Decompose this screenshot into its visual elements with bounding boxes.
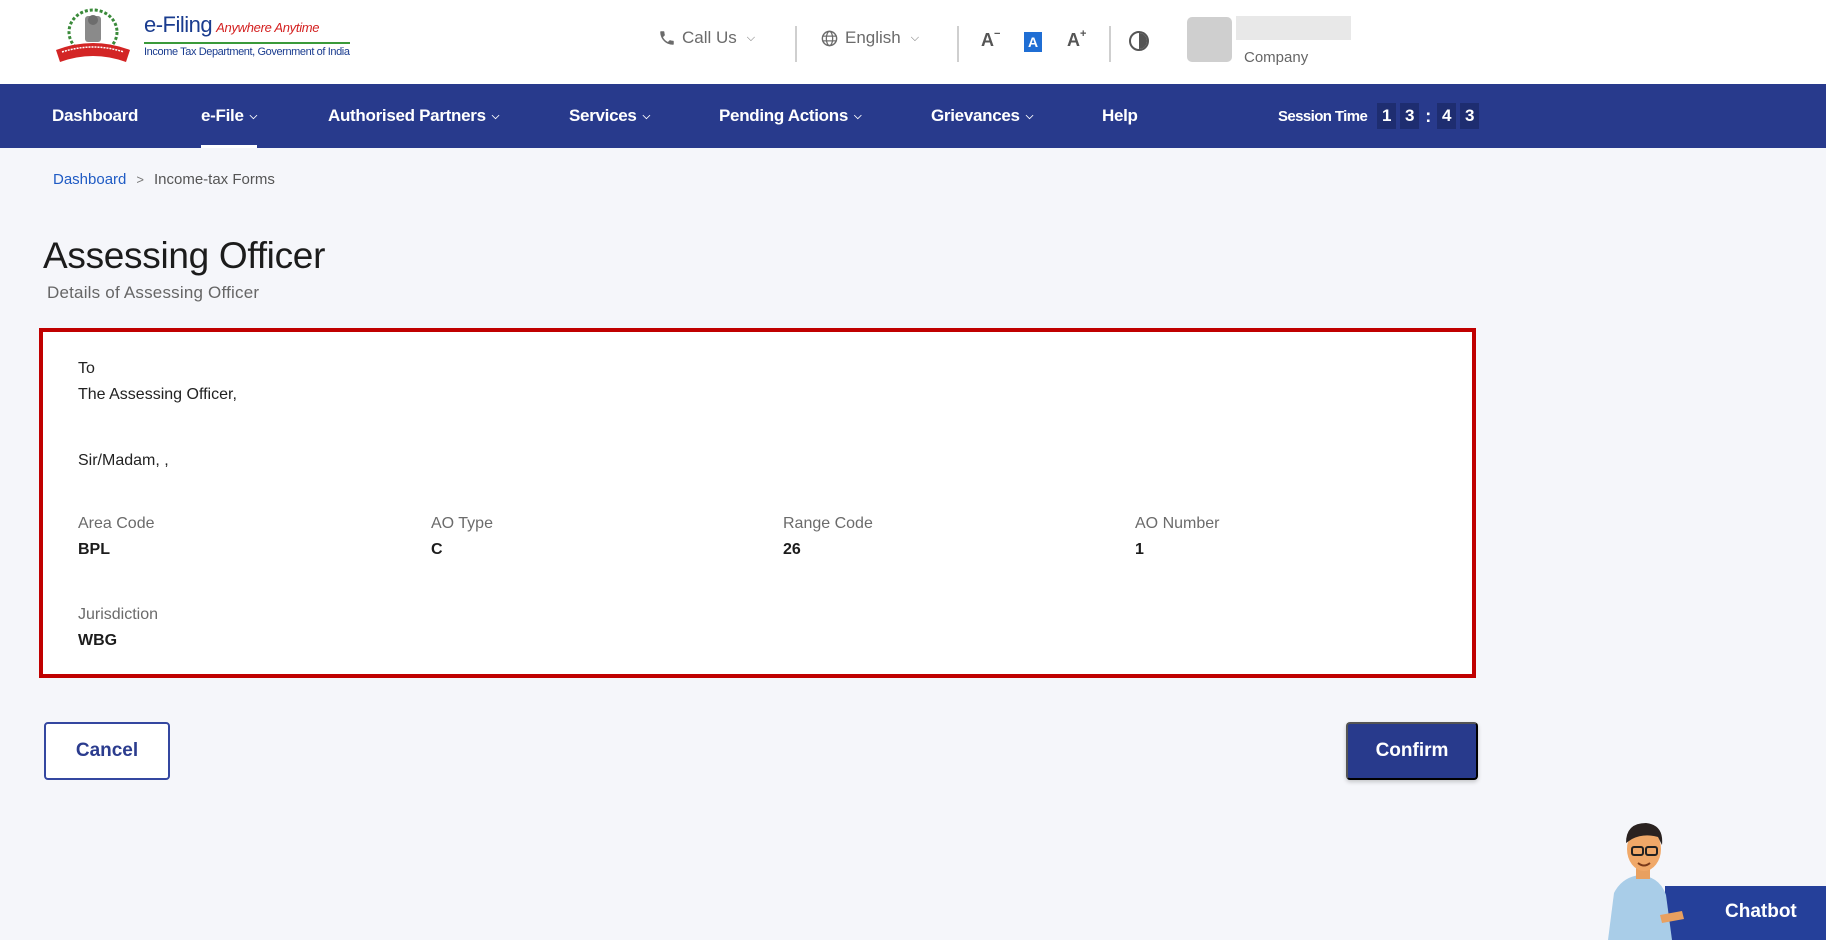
logo-divider bbox=[144, 42, 350, 44]
nav-help[interactable]: Help bbox=[1102, 84, 1138, 148]
language-dropdown[interactable]: English ⌵ bbox=[820, 28, 919, 48]
cancel-button[interactable]: Cancel bbox=[44, 722, 170, 780]
header-divider bbox=[795, 26, 797, 62]
nav-label: Pending Actions bbox=[719, 106, 848, 125]
user-role: Company bbox=[1244, 49, 1309, 66]
logo-subtitle: Income Tax Department, Government of Ind… bbox=[144, 46, 350, 58]
letter-salutation: Sir/Madam, , bbox=[78, 452, 169, 469]
field-ao-number: AO Number 1 bbox=[1135, 515, 1219, 559]
letter-recipient: The Assessing Officer, bbox=[78, 386, 237, 403]
chevron-down-icon: ⌵ bbox=[249, 111, 258, 122]
confirm-button[interactable]: Confirm bbox=[1346, 722, 1478, 780]
nav-services[interactable]: Services ⌵ bbox=[569, 84, 650, 148]
field-value: BPL bbox=[78, 541, 110, 558]
session-digit: 3 bbox=[1400, 103, 1420, 129]
avatar[interactable] bbox=[1187, 17, 1232, 62]
breadcrumb: Dashboard > Income-tax Forms bbox=[53, 171, 275, 188]
call-us-dropdown[interactable]: Call Us ⌵ bbox=[658, 28, 755, 48]
logo-title: e-Filing Anywhere Anytime bbox=[144, 12, 320, 38]
session-digit: 4 bbox=[1437, 103, 1457, 129]
user-name-redacted bbox=[1236, 16, 1351, 40]
session-separator: : bbox=[1425, 105, 1432, 126]
chevron-right-icon: > bbox=[136, 172, 144, 187]
field-area-code: Area Code BPL bbox=[78, 515, 155, 559]
minus-icon: − bbox=[994, 28, 1001, 40]
breadcrumb-dashboard[interactable]: Dashboard bbox=[53, 171, 126, 188]
field-label: Jurisdiction bbox=[78, 606, 159, 623]
globe-icon bbox=[821, 30, 838, 46]
field-range-code: Range Code 26 bbox=[783, 515, 873, 559]
chevron-down-icon: ⌵ bbox=[642, 111, 651, 122]
page-title: Assessing Officer bbox=[43, 235, 326, 276]
nav-label: Grievances bbox=[931, 106, 1020, 125]
font-normal-button[interactable]: A bbox=[1024, 32, 1042, 52]
session-digit: 1 bbox=[1377, 103, 1397, 129]
header-divider bbox=[957, 26, 959, 62]
chatbot-label[interactable]: Chatbot bbox=[1725, 901, 1797, 923]
nav-e-file[interactable]: e-File ⌵ bbox=[201, 84, 257, 148]
field-label: Area Code bbox=[78, 515, 155, 532]
font-increase-button[interactable]: A+ bbox=[1067, 28, 1087, 51]
nav-pending-actions[interactable]: Pending Actions ⌵ bbox=[719, 84, 862, 148]
session-digit: 3 bbox=[1460, 103, 1480, 129]
chatbot-avatar-icon bbox=[1608, 823, 1684, 940]
emblem-icon bbox=[56, 8, 130, 62]
nav-label: e-File bbox=[201, 106, 244, 125]
phone-icon bbox=[660, 31, 674, 45]
nav-grievances[interactable]: Grievances ⌵ bbox=[931, 84, 1033, 148]
chevron-down-icon: ⌵ bbox=[854, 111, 862, 122]
font-increase-label: A bbox=[1067, 30, 1080, 50]
logo-tagline: Anywhere Anytime bbox=[216, 20, 320, 35]
field-value: 1 bbox=[1135, 541, 1144, 558]
plus-icon: + bbox=[1080, 28, 1087, 40]
font-decrease-label: A bbox=[981, 30, 994, 50]
session-time-label: Session Time bbox=[1278, 107, 1368, 125]
field-value: WBG bbox=[78, 632, 118, 649]
field-ao-type: AO Type C bbox=[431, 515, 493, 559]
chevron-down-icon: ⌵ bbox=[491, 111, 500, 122]
language-label: English bbox=[845, 28, 901, 47]
nav-dashboard[interactable]: Dashboard bbox=[52, 84, 138, 148]
logo-title-text: e-Filing bbox=[144, 12, 213, 37]
nav-label: Dashboard bbox=[52, 106, 139, 125]
assessing-officer-card: To The Assessing Officer, Sir/Madam, , A… bbox=[39, 328, 1476, 678]
contrast-toggle-icon[interactable] bbox=[1129, 31, 1149, 51]
call-us-label: Call Us bbox=[682, 28, 737, 47]
main-nav: Dashboard e-File ⌵ Authorised Partners ⌵ S… bbox=[0, 84, 1826, 148]
page-subtitle: Details of Assessing Officer bbox=[47, 283, 260, 302]
chevron-down-icon: ⌵ bbox=[1025, 111, 1034, 122]
field-value: C bbox=[431, 541, 443, 558]
field-jurisdiction: Jurisdiction WBG bbox=[78, 606, 158, 650]
nav-label: Authorised Partners bbox=[328, 106, 486, 125]
nav-authorised-partners[interactable]: Authorised Partners ⌵ bbox=[328, 84, 499, 148]
chevron-down-icon: ⌵ bbox=[746, 31, 756, 44]
nav-label: Services bbox=[569, 106, 637, 125]
header-divider bbox=[1109, 26, 1111, 62]
font-decrease-button[interactable]: A− bbox=[981, 28, 1001, 51]
nav-label: Help bbox=[1102, 106, 1138, 125]
field-label: Range Code bbox=[783, 515, 873, 532]
field-label: AO Type bbox=[431, 515, 493, 532]
chatbot-widget[interactable]: Chatbot bbox=[1600, 815, 1826, 940]
top-header: e-Filing Anywhere Anytime Income Tax Depa… bbox=[0, 0, 1826, 84]
field-label: AO Number bbox=[1135, 515, 1220, 532]
session-timer: Session Time 1 3 : 4 3 bbox=[1278, 84, 1480, 148]
chevron-down-icon: ⌵ bbox=[910, 31, 920, 44]
field-value: 26 bbox=[783, 541, 801, 558]
efiling-logo[interactable]: e-Filing Anywhere Anytime Income Tax Depa… bbox=[52, 6, 352, 68]
letter-to: To bbox=[78, 360, 95, 377]
breadcrumb-current: Income-tax Forms bbox=[153, 171, 275, 188]
